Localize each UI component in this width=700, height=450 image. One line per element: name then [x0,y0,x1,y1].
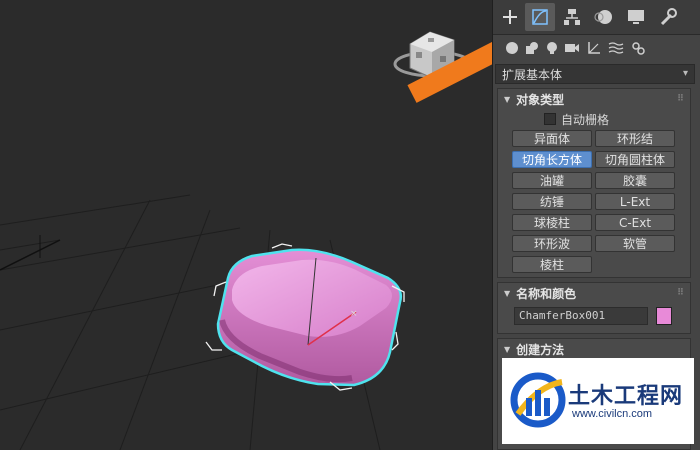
modify-tab[interactable] [525,3,555,31]
motion-tab[interactable] [589,3,619,31]
civilcn-logo-icon [510,372,566,428]
name-color-header[interactable]: ▼ 名称和颜色 ⠿ [498,283,690,303]
autogrid-checkbox[interactable] [544,113,556,125]
display-icon [628,10,644,24]
drag-grip-icon: ⠿ [676,288,684,298]
collapse-triangle-icon: ▼ [504,94,511,104]
helpers-category[interactable] [585,38,603,58]
chamfer-box-button[interactable]: 切角长方体 [512,151,592,168]
prism-button[interactable]: 棱柱 [512,256,592,273]
gengon-button[interactable]: 球棱柱 [512,214,592,231]
utilities-icon [660,8,677,26]
cameras-category[interactable] [563,38,581,58]
watermark-title: 土木工程网 [568,384,684,409]
spacewarps-category[interactable] [607,38,625,58]
creation-method-title: 创建方法 [516,342,565,357]
lights-category[interactable] [543,38,561,58]
collapse-triangle-icon: ▼ [504,288,511,298]
lights-icon [547,42,557,54]
display-tab[interactable] [621,3,651,31]
svg-text:×: × [350,309,358,319]
torus-knot-button[interactable]: 环形结 [595,130,675,147]
command-panel-tabs [493,0,700,35]
c-ext-button[interactable]: C-Ext [595,214,675,231]
object-color-swatch[interactable] [656,307,672,325]
site-watermark: 土木工程网 www.civilcn.com [502,358,694,444]
hierarchy-tab[interactable] [557,3,587,31]
chevron-down-icon: ▾ [682,68,688,79]
create-icon [503,10,517,24]
object-type-rollout: ▼ 对象类型 ⠿ 自动栅格 异面体 环形结 切角长方体 切角圆柱体 油罐 胶囊 … [497,88,691,278]
oil-tank-button[interactable]: 油罐 [512,172,592,189]
systems-icon [632,42,645,55]
spacewarps-icon [608,42,624,54]
modify-icon [532,9,548,25]
category-bar [493,34,700,62]
motion-icon [594,10,612,24]
drag-grip-icon: ⠿ [676,94,684,104]
collapse-triangle-icon: ▼ [504,344,511,354]
object-type-title: 对象类型 [516,92,565,107]
create-tab[interactable] [495,3,525,31]
hose-button[interactable]: 软管 [595,235,675,252]
name-color-rollout: ▼ 名称和颜色 ⠿ ChamferBox001 [497,282,691,334]
chamfer-box-object: × [205,243,405,391]
spindle-button[interactable]: 纺锤 [512,193,592,210]
watermark-url: www.civilcn.com [572,408,653,420]
perspective-viewport[interactable]: × [0,0,536,450]
category-dropdown[interactable]: 扩展基本体 ▾ [495,64,695,84]
helpers-icon [588,42,600,54]
category-dropdown-value: 扩展基本体 [502,67,563,82]
l-ext-button[interactable]: L-Ext [595,193,675,210]
autogrid-label: 自动栅格 [561,112,610,127]
geometry-icon [506,42,518,54]
chamfer-cyl-button[interactable]: 切角圆柱体 [595,151,675,168]
object-name-field[interactable]: ChamferBox001 [514,307,648,325]
utilities-tab[interactable] [653,3,683,31]
ringwave-button[interactable]: 环形波 [512,235,592,252]
object-type-header[interactable]: ▼ 对象类型 ⠿ [498,89,690,109]
shapes-category[interactable] [523,38,541,58]
hedra-button[interactable]: 异面体 [512,130,592,147]
hierarchy-icon [564,9,580,25]
creation-method-header[interactable]: ▼ 创建方法 [498,339,690,359]
name-color-title: 名称和颜色 [516,286,577,301]
cameras-icon [565,44,579,52]
systems-category[interactable] [629,38,647,58]
capsule-button[interactable]: 胶囊 [595,172,675,189]
autogrid-toggle[interactable]: 自动栅格 [544,111,609,127]
shapes-icon [526,42,538,54]
geometry-category[interactable] [503,38,521,58]
